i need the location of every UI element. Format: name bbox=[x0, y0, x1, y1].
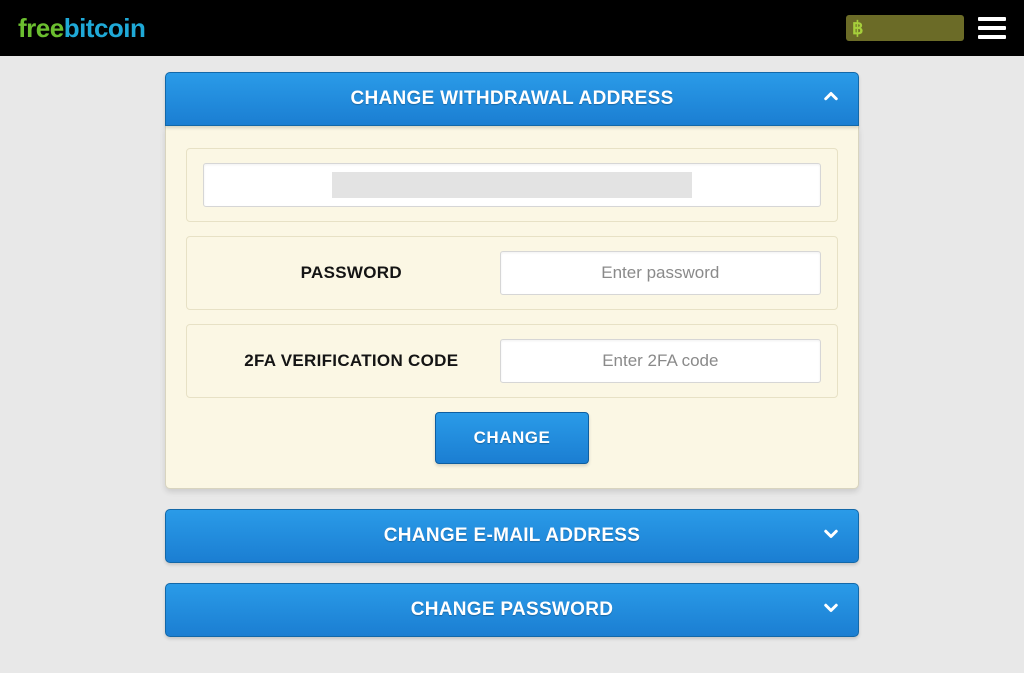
site-logo[interactable]: freebitcoin bbox=[18, 13, 145, 44]
chevron-down-icon bbox=[822, 525, 840, 548]
email-panel-header[interactable]: CHANGE E-MAIL ADDRESS bbox=[165, 509, 859, 563]
password-input[interactable] bbox=[500, 251, 821, 295]
password-panel-title: CHANGE PASSWORD bbox=[411, 599, 614, 621]
password-label: PASSWORD bbox=[203, 263, 500, 283]
withdrawal-panel: CHANGE WITHDRAWAL ADDRESS PASSWORD 2FA V… bbox=[165, 72, 859, 489]
password-row: PASSWORD bbox=[186, 236, 838, 310]
withdrawal-address-row bbox=[186, 148, 838, 222]
tfa-row: 2FA VERIFICATION CODE bbox=[186, 324, 838, 398]
logo-text-bitcoin: bitcoin bbox=[64, 13, 146, 44]
withdrawal-panel-title: CHANGE WITHDRAWAL ADDRESS bbox=[350, 88, 673, 110]
tfa-label: 2FA VERIFICATION CODE bbox=[203, 351, 500, 371]
top-bar: freebitcoin ฿ bbox=[0, 0, 1024, 56]
chevron-down-icon bbox=[822, 599, 840, 622]
tfa-input[interactable] bbox=[500, 339, 821, 383]
chevron-up-icon bbox=[822, 88, 840, 111]
withdrawal-address-input[interactable] bbox=[203, 163, 821, 207]
bitcoin-icon: ฿ bbox=[852, 18, 863, 39]
page-content: CHANGE WITHDRAWAL ADDRESS PASSWORD 2FA V… bbox=[0, 56, 1024, 673]
topbar-right: ฿ bbox=[846, 15, 1006, 41]
withdrawal-action-row: CHANGE bbox=[186, 412, 838, 464]
change-withdrawal-button[interactable]: CHANGE bbox=[435, 412, 590, 464]
logo-text-free: free bbox=[18, 13, 64, 44]
email-panel: CHANGE E-MAIL ADDRESS bbox=[165, 509, 859, 563]
password-panel: CHANGE PASSWORD bbox=[165, 583, 859, 637]
password-panel-header[interactable]: CHANGE PASSWORD bbox=[165, 583, 859, 637]
withdrawal-panel-body: PASSWORD 2FA VERIFICATION CODE CHANGE bbox=[165, 126, 859, 489]
email-panel-title: CHANGE E-MAIL ADDRESS bbox=[384, 525, 640, 547]
balance-display[interactable]: ฿ bbox=[846, 15, 964, 41]
withdrawal-panel-header[interactable]: CHANGE WITHDRAWAL ADDRESS bbox=[165, 72, 859, 126]
menu-icon[interactable] bbox=[978, 17, 1006, 39]
